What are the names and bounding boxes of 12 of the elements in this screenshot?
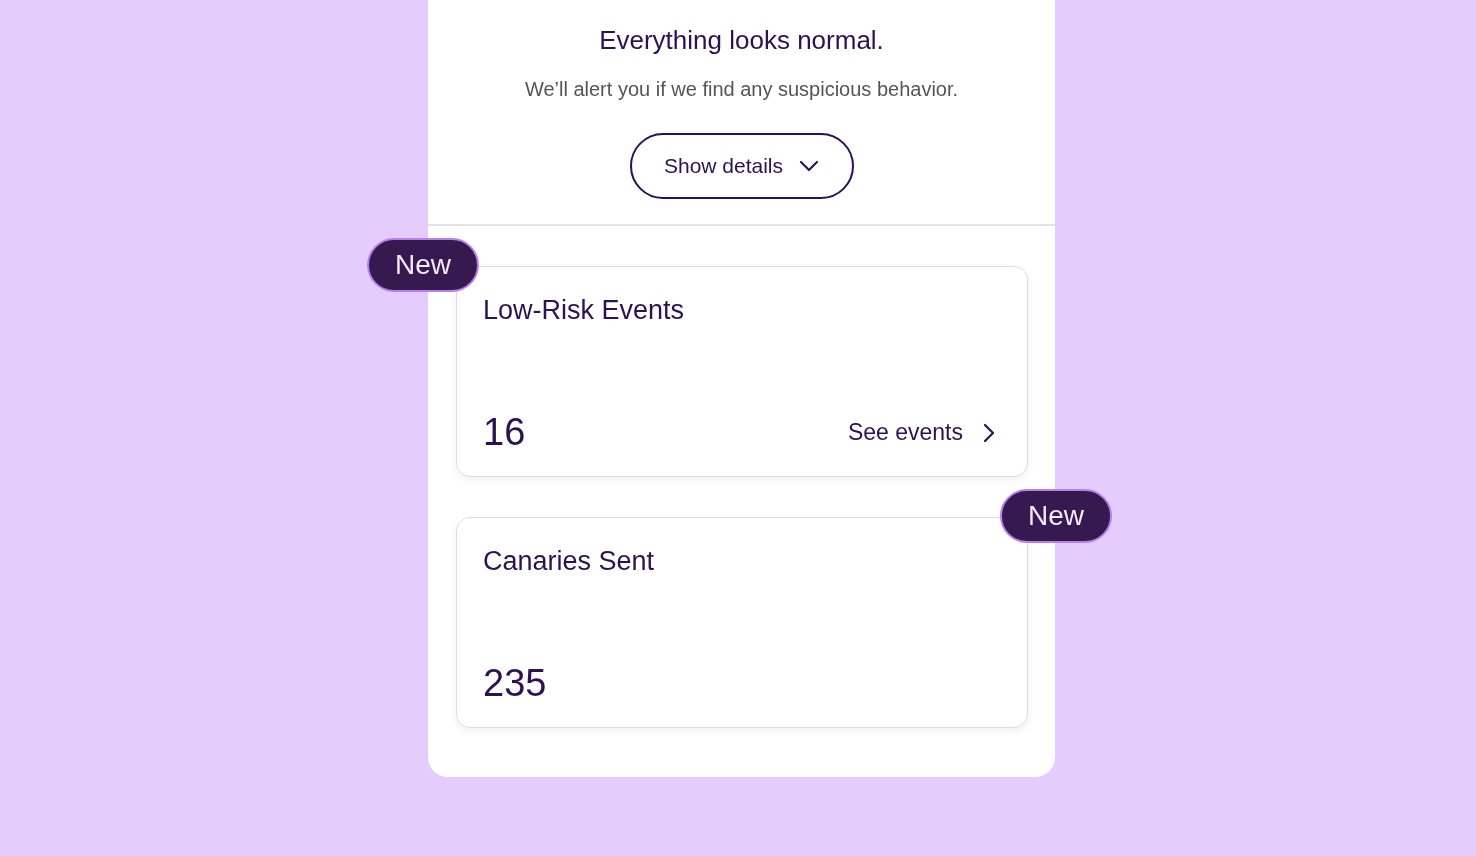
new-badge: New <box>1000 489 1112 543</box>
chevron-icon <box>983 422 995 443</box>
chevron-icon <box>799 160 820 172</box>
event-count: 16 <box>483 411 526 454</box>
see-events-link[interactable]: See events <box>847 419 995 446</box>
new-badge: New <box>367 238 479 292</box>
card-title: Low-Risk Events <box>483 295 686 326</box>
show-details-button[interactable]: Show details <box>629 133 854 199</box>
event-count: 235 <box>483 662 547 705</box>
card-title: Canaries Sent <box>483 546 656 577</box>
status-title: Everything looks normal. <box>599 24 884 57</box>
status-message: We’ll alert you if we find any suspicious behavior. <box>524 77 959 102</box>
